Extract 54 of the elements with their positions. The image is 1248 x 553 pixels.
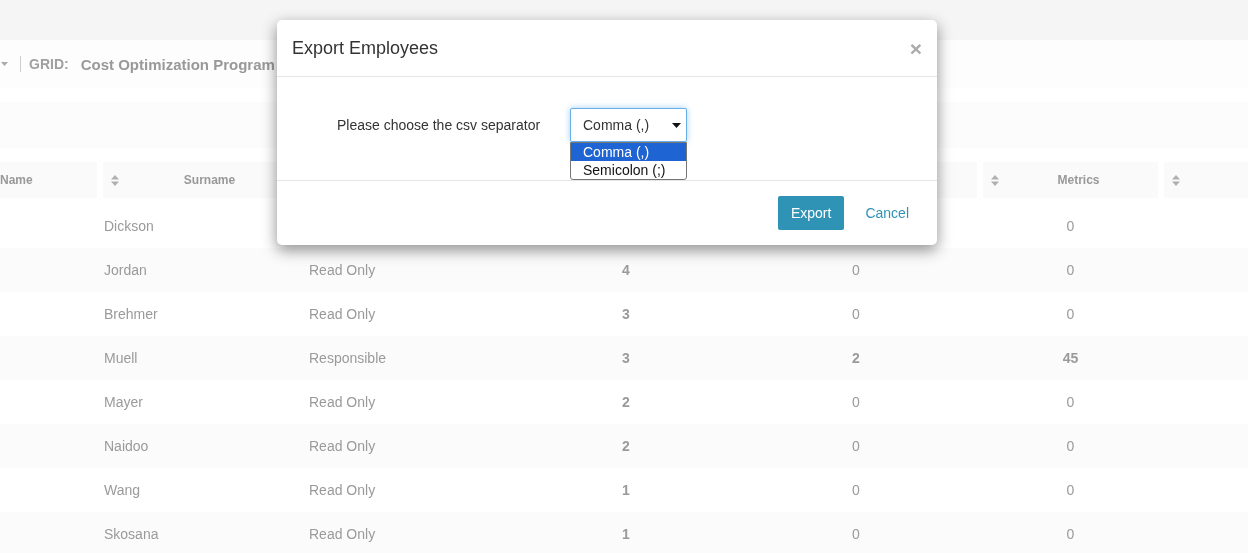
table-cell: 0 [852, 262, 860, 278]
table-cell: 0 [852, 306, 860, 322]
table-cell: 45 [1062, 350, 1079, 366]
grid-label: GRID: [29, 56, 69, 72]
table-cell: 0 [852, 526, 860, 542]
sort-icon[interactable] [1172, 174, 1180, 186]
close-button[interactable]: × [909, 37, 922, 59]
table-cell: 0 [1066, 482, 1075, 498]
table-cell: Muell [104, 350, 138, 366]
table-cell: Read Only [309, 394, 376, 410]
table-cell: Dickson [104, 218, 154, 234]
table-cell: Mayer [104, 394, 143, 410]
export-button[interactable]: Export [777, 196, 845, 230]
table-cell: Read Only [309, 438, 376, 454]
column-header[interactable]: Name [0, 162, 97, 198]
sort-icon[interactable] [111, 174, 119, 186]
table-cell: 0 [852, 482, 860, 498]
table-cell: Wang [104, 482, 141, 498]
table-cell: Read Only [309, 482, 376, 498]
grid-name: Cost Optimization Program [80, 55, 275, 73]
separator-label: Please choose the csv separator [337, 116, 542, 133]
table-cell: Naidoo [104, 438, 149, 454]
table-cell: 4 [622, 262, 630, 278]
table-cell: 0 [1066, 438, 1075, 454]
caret-icon[interactable] [1, 62, 8, 66]
table-cell: 2 [622, 394, 630, 410]
table-cell: 0 [1066, 262, 1075, 278]
table-cell: 0 [1066, 218, 1075, 234]
table-cell: Brehmer [104, 306, 158, 322]
caret-icon [672, 122, 681, 128]
table-cell: 3 [622, 306, 630, 322]
separator-dropdown[interactable]: Comma (,) [570, 108, 687, 142]
table-cell: 2 [622, 438, 630, 454]
dropdown-option[interactable]: Comma (,) [571, 143, 686, 161]
table-cell: 0 [852, 438, 860, 454]
table-cell: 1 [622, 526, 630, 542]
table-cell: Read Only [309, 262, 376, 278]
table-cell: Jordan [104, 262, 147, 278]
sort-icon[interactable] [991, 174, 999, 186]
table-cell: 0 [852, 394, 860, 410]
table-cell: Responsible [309, 350, 387, 366]
column-header[interactable]: Metrics [983, 162, 1158, 198]
table-cell: 2 [852, 350, 860, 366]
table-cell: 3 [622, 350, 630, 366]
table-cell: Skosana [104, 526, 159, 542]
table-cell: 0 [1066, 394, 1075, 410]
dialog-title: Export Employees [292, 37, 439, 59]
dropdown-option[interactable]: Semicolon (;) [571, 161, 686, 179]
table-cell: Read Only [309, 526, 376, 542]
table-cell: 0 [1066, 526, 1075, 542]
table-cell: 1 [622, 482, 630, 498]
cancel-link[interactable]: Cancel [850, 196, 924, 230]
table-cell: 0 [1066, 306, 1075, 322]
table-cell: Read Only [309, 306, 376, 322]
